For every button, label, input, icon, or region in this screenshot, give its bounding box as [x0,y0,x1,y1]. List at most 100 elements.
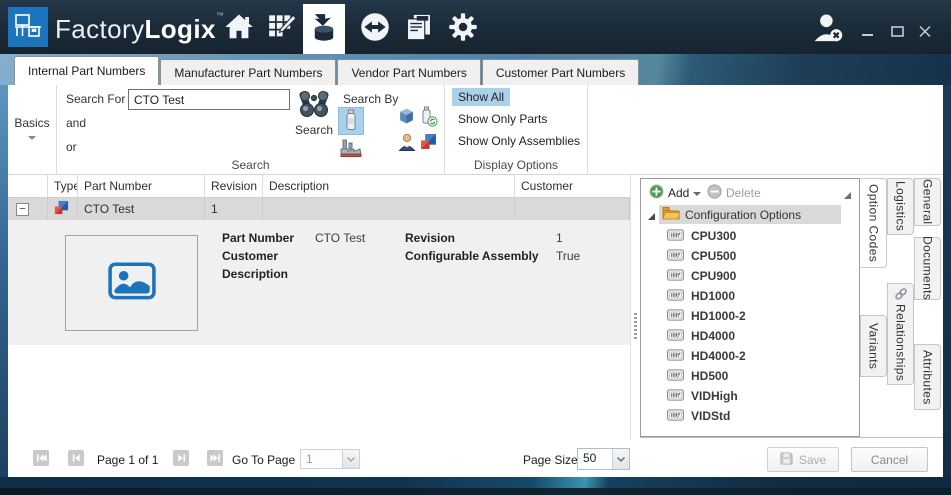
add-button[interactable]: Add [649,184,701,202]
page-size-label: Page Size [523,453,578,467]
basics-dropdown[interactable]: Basics [8,116,56,130]
page-size-select[interactable]: 50 [577,448,630,470]
option-code-item[interactable]: CPU500 [667,247,736,265]
production-grid-pencil-icon [268,13,296,44]
delete-button-label: Delete [726,186,761,200]
next-page-button[interactable] [173,450,189,466]
maximize-icon [891,26,904,40]
tree-node-configuration-options[interactable]: Configuration Options [659,205,841,224]
tab-strip-band: Internal Part Numbers Manufacturer Part … [0,54,951,85]
detail-part-number-label: Part Number [222,231,294,245]
tab-manufacturer-part-numbers[interactable]: Manufacturer Part Numbers [160,59,336,85]
option-code-icon [667,269,684,284]
last-page-button[interactable] [207,450,223,466]
tree-root-label: Configuration Options [685,208,801,222]
tab-customer-part-numbers[interactable]: Customer Part Numbers [482,59,639,85]
panel-splitter[interactable] [630,175,631,440]
option-code-icon [667,229,684,244]
person-icon [398,140,416,154]
chevron-down-icon [28,136,36,140]
minimize-button[interactable] [858,24,878,42]
description-column-header[interactable]: Description [263,175,515,197]
show-only-parts-option[interactable]: Show Only Parts [452,110,553,128]
option-code-item[interactable]: HD1000-2 [667,307,746,325]
search-button-label[interactable]: Search [285,123,343,137]
show-only-assemblies-option[interactable]: Show Only Assemblies [452,132,586,150]
search-by-package-toggle[interactable] [398,107,415,128]
detail-configurable-assembly-value: True [556,249,580,263]
settings-gear-icon [448,12,478,45]
go-to-page-label: Go To Page [232,453,295,467]
or-label: or [66,140,77,154]
side-tab-general[interactable]: General [914,178,941,226]
type-column-header[interactable]: Type [48,175,78,197]
transfer-sync-icon [360,12,390,45]
splitter-grip[interactable] [634,313,637,339]
search-for-input[interactable] [128,89,290,110]
part-number-tabs: Internal Part Numbers Manufacturer Part … [14,56,640,85]
chevron-down-icon [693,192,701,196]
user-logout-button[interactable] [812,13,846,46]
floppy-save-icon [780,452,793,468]
side-tab-option-codes[interactable]: Option Codes [860,178,887,268]
first-page-button[interactable] [33,450,49,466]
part-image-placeholder[interactable] [65,235,198,331]
go-to-page-select[interactable]: 1 [300,449,360,469]
home-nav-button[interactable] [219,10,259,46]
part-detail-panel: Part Number CTO Test Revision 1 Customer… [8,220,630,345]
option-code-item[interactable]: HD4000 [667,327,735,345]
search-by-part-revision-toggle[interactable] [420,106,438,131]
table-row-selected[interactable]: − CTO Test 1 [8,198,630,220]
tab-internal-part-numbers[interactable]: Internal Part Numbers [14,56,159,85]
option-code-item[interactable]: CPU900 [667,267,736,285]
option-code-icon [667,349,684,364]
part-number-column-header[interactable]: Part Number [78,175,205,197]
option-code-item[interactable]: VIDHigh [667,387,738,405]
reports-nav-button[interactable] [399,10,439,46]
option-code-item[interactable]: CPU300 [667,227,736,245]
window-frame-right [943,85,951,477]
save-button-disabled[interactable]: Save [767,447,839,472]
close-icon [919,26,931,40]
tab-vendor-part-numbers[interactable]: Vendor Part Numbers [337,59,480,85]
tree-expanded-arrow[interactable] [647,210,656,224]
side-tab-logistics[interactable]: Logistics [887,178,914,235]
cancel-button[interactable]: Cancel [851,447,928,472]
side-tab-variants[interactable]: Variants [860,315,887,377]
search-by-part-toggle[interactable] [338,107,364,135]
detail-configurable-assembly-label: Configurable Assembly [405,249,539,263]
panel-resize-grip[interactable] [843,189,852,203]
option-code-label: HD1000 [691,289,735,303]
side-tab-documents[interactable]: Documents [914,237,941,300]
previous-page-button[interactable] [68,450,84,466]
delete-button-disabled[interactable]: Delete [707,184,761,202]
option-code-item[interactable]: HD4000-2 [667,347,746,365]
option-code-icon [667,329,684,344]
option-code-label: HD500 [691,369,728,383]
side-tab-relationships[interactable]: Relationships [887,283,914,385]
show-all-option[interactable]: Show All [452,88,510,106]
option-code-icon [667,249,684,264]
customer-column-header[interactable]: Customer [515,175,630,197]
results-table-header: Type Part Number Revision Description Cu… [8,175,630,198]
maximize-button[interactable] [887,24,907,42]
search-by-customer-toggle[interactable] [398,133,416,154]
detail-revision-value: 1 [556,231,563,245]
app-title: FactoryLogix™ [55,11,224,45]
option-code-item[interactable]: HD1000 [667,287,735,305]
transfer-nav-button[interactable] [355,10,395,46]
option-code-item[interactable]: HD500 [667,367,728,385]
row-part-number-cell: CTO Test [78,198,205,220]
close-button[interactable] [915,24,935,42]
search-by-assembly-toggle[interactable] [420,133,437,153]
revision-column-header[interactable]: Revision [205,175,263,197]
side-tab-attributes[interactable]: Attributes [914,344,941,410]
materials-database-icon [310,13,338,46]
materials-nav-button-active[interactable] [303,4,345,54]
collapse-row-toggle[interactable]: − [16,203,29,216]
settings-nav-button[interactable] [443,10,483,46]
search-by-label: Search By [343,92,398,106]
search-button[interactable] [295,88,333,123]
option-code-item[interactable]: VIDStd [667,407,730,425]
production-nav-button[interactable] [262,10,302,46]
